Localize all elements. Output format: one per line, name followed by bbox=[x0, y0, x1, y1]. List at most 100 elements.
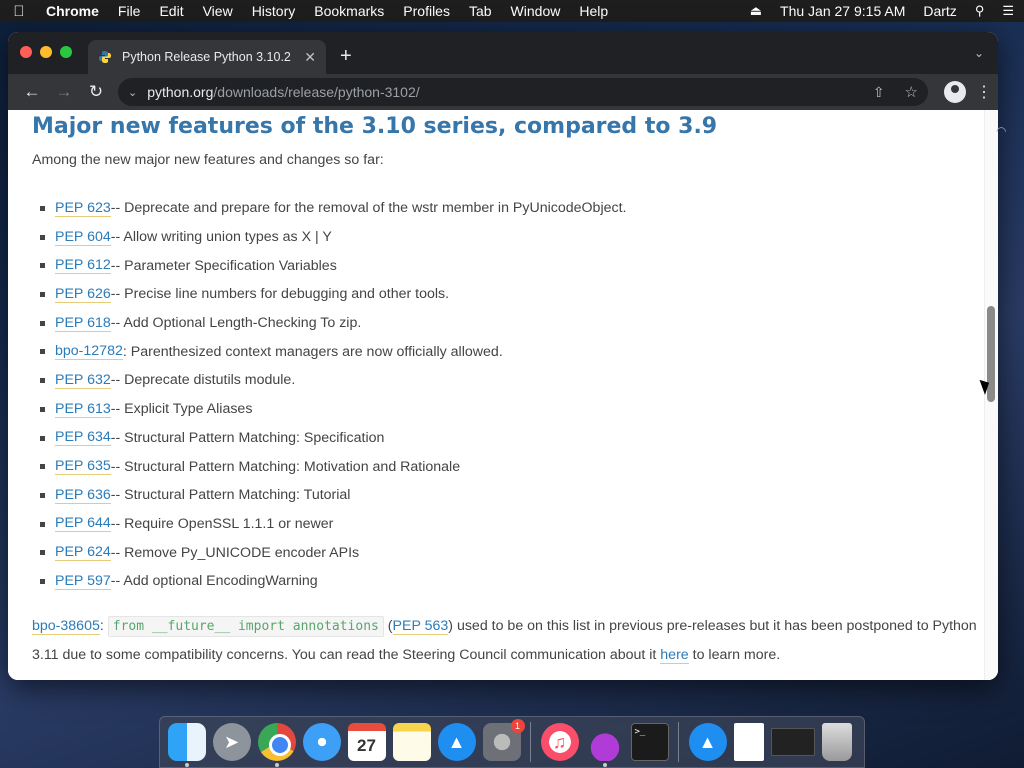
tab-search-chevron-icon[interactable]: ⌄ bbox=[974, 46, 984, 60]
menu-tab[interactable]: Tab bbox=[469, 3, 492, 19]
dock-divider bbox=[678, 722, 679, 762]
calendar-day: 27 bbox=[357, 736, 376, 755]
list-item: PEP 624 -- Remove Py_UNICODE encoder API… bbox=[32, 538, 626, 567]
list-item-text: -- Allow writing union types as X | Y bbox=[110, 229, 332, 246]
pep-link[interactable]: PEP 623 bbox=[55, 200, 111, 217]
new-tab-plus-icon[interactable]: + bbox=[340, 46, 352, 66]
browser-window: Python Release Python 3.10.2 ✕ + ⌄ ← → ↻… bbox=[8, 32, 998, 680]
app-store-download-icon[interactable]: ▲ bbox=[688, 723, 727, 761]
python-favicon-icon bbox=[99, 51, 111, 63]
finder-icon[interactable] bbox=[167, 723, 206, 767]
launchpad-rocket-icon[interactable]: ➤ bbox=[212, 723, 251, 761]
pep-link[interactable]: PEP 634 bbox=[55, 429, 111, 447]
chrome-icon[interactable] bbox=[257, 723, 296, 767]
menu-window[interactable]: Window bbox=[511, 3, 561, 19]
list-item-text: -- Structural Pattern Matching: Motivati… bbox=[110, 458, 461, 475]
terminal-icon[interactable]: >_ bbox=[630, 723, 669, 761]
menu-help[interactable]: Help bbox=[579, 3, 608, 19]
list-item: PEP 613 -- Explicit Type Aliases bbox=[32, 395, 626, 424]
bpo-link[interactable]: bpo-12782 bbox=[55, 343, 123, 361]
bpo-38605-link[interactable]: bpo-38605 bbox=[32, 618, 100, 635]
document-icon[interactable] bbox=[733, 723, 764, 761]
minimize-window-button[interactable] bbox=[40, 46, 52, 58]
pep-link[interactable]: PEP 604 bbox=[55, 229, 111, 246]
bookmark-star-icon[interactable]: ☆ bbox=[905, 83, 918, 101]
here-link[interactable]: here bbox=[660, 647, 689, 664]
list-item: PEP 632 -- Deprecate distutils module. bbox=[32, 366, 626, 395]
list-item: PEP 634 -- Structural Pattern Matching: … bbox=[32, 424, 626, 453]
reload-icon[interactable]: ↻ bbox=[80, 82, 112, 102]
notes-icon[interactable] bbox=[392, 723, 431, 761]
safari-compass-icon[interactable] bbox=[302, 723, 341, 761]
list-item-text: : Parenthesized context managers are now… bbox=[122, 343, 503, 360]
pep-link[interactable]: PEP 626 bbox=[55, 286, 111, 303]
dock: ➤ 27 ▲ 1 ♫ >_ ▲ bbox=[159, 716, 865, 768]
list-item: PEP 597 -- Add optional EncodingWarning bbox=[32, 567, 626, 596]
running-indicator bbox=[602, 763, 607, 767]
pep-link[interactable]: PEP 597 bbox=[55, 573, 111, 590]
pep-link[interactable]: PEP 644 bbox=[55, 515, 111, 533]
page-scrollbar[interactable] bbox=[984, 110, 998, 680]
list-item: PEP 644 -- Require OpenSSL 1.1.1 or newe… bbox=[32, 510, 626, 539]
tab-python-release[interactable]: Python Release Python 3.10.2 ✕ bbox=[88, 40, 326, 74]
tab-title: Python Release Python 3.10.2 bbox=[122, 50, 291, 64]
kebab-menu-icon[interactable]: ⋮ bbox=[976, 82, 992, 102]
list-item-text: -- Add optional EncodingWarning bbox=[110, 573, 318, 590]
close-window-button[interactable] bbox=[20, 46, 32, 58]
minimized-window-icon[interactable] bbox=[770, 728, 815, 756]
music-note-icon[interactable]: ♫ bbox=[540, 723, 579, 761]
list-item: PEP 635 -- Structural Pattern Matching: … bbox=[32, 452, 626, 481]
pep-link[interactable]: PEP 636 bbox=[55, 487, 111, 504]
menu-bookmarks[interactable]: Bookmarks bbox=[314, 3, 384, 19]
features-list: PEP 623 -- Deprecate and prepare for the… bbox=[32, 194, 626, 596]
list-item-text: -- Deprecate distutils module. bbox=[110, 372, 296, 389]
back-arrow-icon[interactable]: ← bbox=[16, 82, 48, 102]
list-item: PEP 618 -- Add Optional Length-Checking … bbox=[32, 309, 626, 338]
dock-divider bbox=[530, 722, 531, 762]
app-store-icon[interactable]: ▲ bbox=[437, 723, 476, 761]
pep-563-link[interactable]: PEP 563 bbox=[392, 618, 449, 635]
control-center-icon[interactable]: ☰ bbox=[1002, 3, 1014, 19]
menu-view[interactable]: View bbox=[203, 3, 233, 19]
trash-icon[interactable] bbox=[821, 723, 852, 761]
spotlight-search-icon[interactable]: ⚲ bbox=[975, 3, 985, 19]
menu-clock[interactable]: Thu Jan 27 9:15 AM bbox=[780, 3, 905, 19]
forward-arrow-icon[interactable]: → bbox=[48, 82, 80, 102]
list-item: PEP 604 -- Allow writing union types as … bbox=[32, 223, 626, 252]
postponed-note: bpo-38605: from __future__ import annota… bbox=[32, 612, 982, 670]
menu-app-name[interactable]: Chrome bbox=[46, 3, 99, 19]
address-bar[interactable]: ⌄ python.org/downloads/release/python-31… bbox=[118, 78, 928, 106]
calendar-icon[interactable]: 27 bbox=[347, 723, 386, 761]
share-icon[interactable]: ⇧ bbox=[873, 84, 885, 101]
profile-avatar-icon[interactable] bbox=[944, 81, 966, 103]
eject-icon[interactable]: ⏏ bbox=[750, 3, 762, 19]
pep-link[interactable]: PEP 635 bbox=[55, 458, 111, 476]
menu-file[interactable]: File bbox=[118, 3, 141, 19]
pep-link[interactable]: PEP 624 bbox=[55, 544, 111, 562]
running-indicator bbox=[184, 763, 189, 767]
note-colon: : bbox=[99, 618, 108, 634]
pep-link[interactable]: PEP 632 bbox=[55, 372, 111, 389]
list-item-text: -- Remove Py_UNICODE encoder APIs bbox=[110, 544, 360, 561]
site-info-chevron-icon[interactable]: ⌄ bbox=[128, 86, 137, 99]
page-content: Major new features of the 3.10 series, c… bbox=[8, 110, 998, 680]
system-preferences-gear-icon[interactable]: 1 bbox=[482, 719, 525, 761]
list-item-text: -- Structural Pattern Matching: Tutorial bbox=[110, 487, 351, 504]
list-item: PEP 623 -- Deprecate and prepare for the… bbox=[32, 194, 626, 223]
apple-menu-icon[interactable]:  bbox=[10, 3, 28, 20]
pep-link[interactable]: PEP 612 bbox=[55, 257, 111, 275]
pep-link[interactable]: PEP 618 bbox=[55, 315, 111, 332]
installer-download-icon[interactable] bbox=[585, 723, 624, 767]
menu-edit[interactable]: Edit bbox=[159, 3, 183, 19]
menu-history[interactable]: History bbox=[252, 3, 296, 19]
menu-profiles[interactable]: Profiles bbox=[403, 3, 450, 19]
zoom-window-button[interactable] bbox=[60, 46, 72, 58]
notification-badge: 1 bbox=[510, 719, 525, 733]
pep-link[interactable]: PEP 613 bbox=[55, 401, 111, 418]
section-heading: Major new features of the 3.10 series, c… bbox=[32, 114, 718, 139]
list-item-text: -- Explicit Type Aliases bbox=[110, 401, 253, 418]
menu-user[interactable]: Dartz bbox=[923, 3, 956, 19]
running-indicator bbox=[274, 763, 279, 767]
url-host: python.org bbox=[147, 84, 214, 100]
close-tab-icon[interactable]: ✕ bbox=[304, 49, 316, 66]
